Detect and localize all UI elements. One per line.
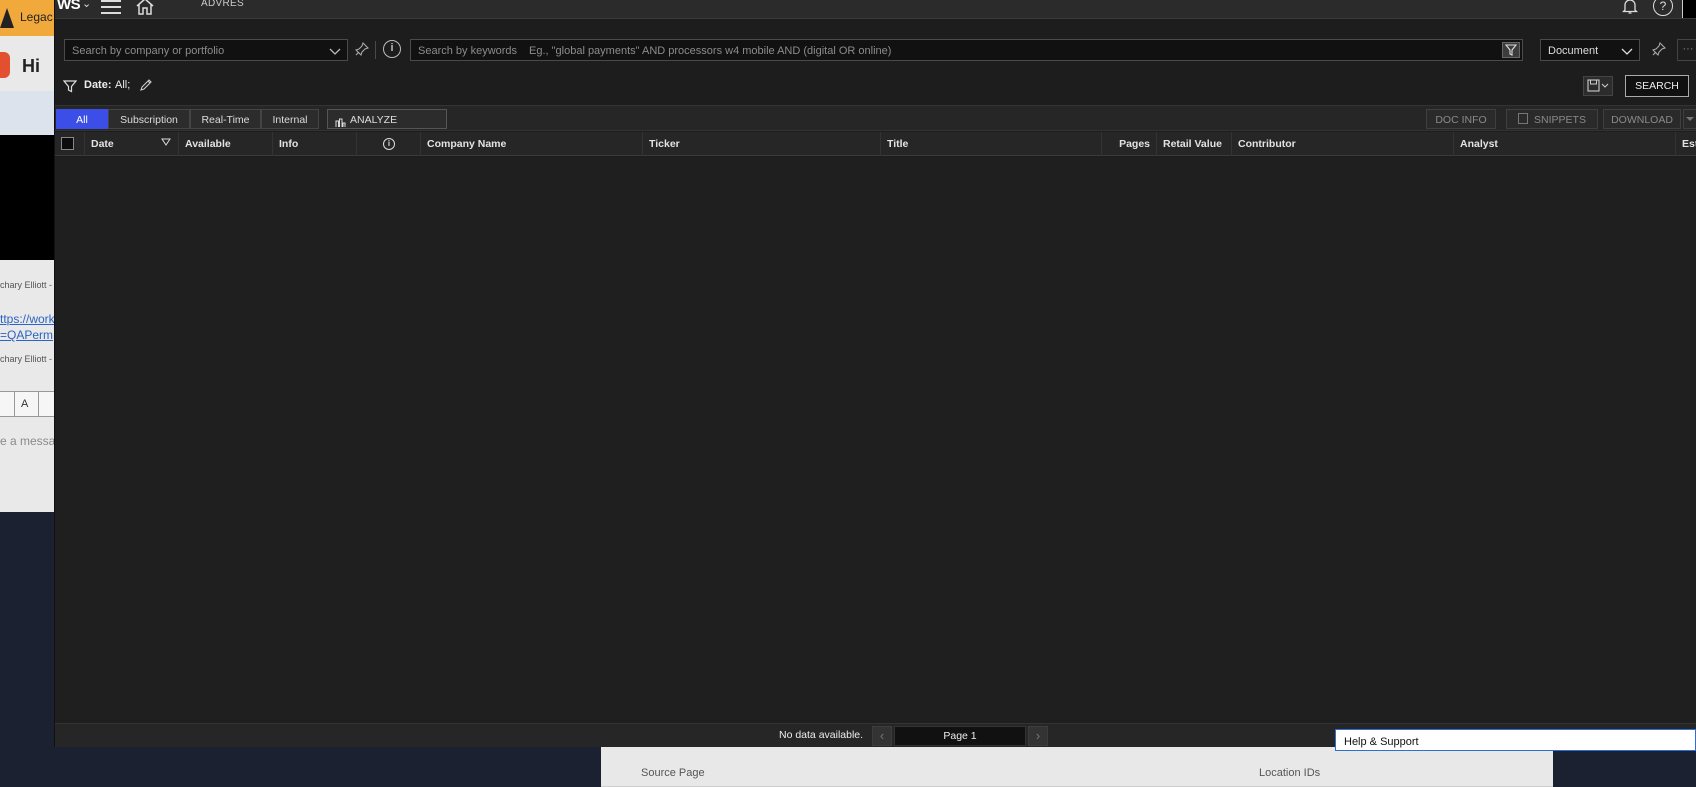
tab-real-time[interactable]: Real-Time	[190, 109, 261, 129]
pin-icon[interactable]	[1651, 41, 1667, 57]
snippets-label: SNIPPETS	[1534, 114, 1586, 126]
background-detail-panel: Source Page Location IDs	[601, 745, 1553, 787]
snippets-button[interactable]: SNIPPETS	[1506, 109, 1598, 129]
tab-all[interactable]: All	[56, 109, 108, 129]
company-search-input[interactable]: Search by company or portfolio	[64, 39, 348, 61]
chevron-down-icon[interactable]: ⌄	[82, 0, 91, 10]
message-meta: chary Elliott -	[0, 354, 53, 364]
source-tabs-bar: All Subscription Real-Time Internal ANAL…	[55, 105, 1696, 146]
background-app-panel: Legac Hi chary Elliott - ttps://work =QA…	[0, 0, 54, 512]
greeting-row: Hi	[0, 48, 54, 86]
column-est[interactable]: Est	[1676, 132, 1696, 156]
search-button[interactable]: SEARCH	[1625, 75, 1689, 97]
source-page-label: Source Page	[641, 767, 705, 779]
column-company-name[interactable]: Company Name	[421, 132, 643, 156]
column-contributor[interactable]: Contributor	[1232, 132, 1454, 156]
select-all-cell	[55, 132, 85, 156]
results-table-body	[55, 157, 1696, 723]
pin-icon[interactable]	[354, 41, 370, 57]
avatar	[0, 52, 10, 78]
select-all-checkbox[interactable]	[61, 137, 74, 150]
help-icon[interactable]: ?	[1653, 0, 1673, 16]
column-available[interactable]: Available	[179, 132, 273, 156]
no-data-message: No data available.	[779, 729, 864, 741]
message-link-continued[interactable]: =QAPerm	[0, 328, 53, 342]
home-icon[interactable]	[135, 0, 155, 20]
sort-icon[interactable]	[161, 132, 171, 156]
column-info-icon[interactable]: i	[357, 132, 421, 156]
column-info[interactable]: Info	[273, 132, 357, 156]
column-date[interactable]: Date	[85, 132, 179, 156]
filter-row: Date: All; SEARCH	[55, 75, 1696, 104]
keyword-search-example: Eg., "global payments" AND processors w4…	[529, 45, 892, 57]
download-button[interactable]: DOWNLOAD	[1603, 109, 1681, 129]
date-filter-label: Date:	[84, 79, 112, 91]
app-logo[interactable]: WS	[57, 0, 81, 13]
filter-icon[interactable]	[1502, 42, 1520, 58]
column-retail-value[interactable]: Retail Value	[1157, 132, 1232, 156]
column-date-label: Date	[91, 138, 114, 150]
results-table-header: Date Available Info i Company Name Ticke…	[55, 132, 1696, 156]
document-type-select[interactable]: Document	[1540, 39, 1640, 61]
previous-page-button[interactable]: ‹	[872, 726, 892, 746]
column-pages[interactable]: Pages	[1102, 132, 1157, 156]
page-indicator: Page 1	[894, 726, 1026, 746]
video-player	[0, 135, 54, 260]
research-search-window: WS ⌄ ADVRES ? Search by company or portf…	[54, 0, 1696, 747]
location-ids-label: Location IDs	[1259, 767, 1321, 779]
keyword-search-input[interactable]: Search by keywords Eg., "global payments…	[410, 39, 1523, 61]
font-button[interactable]: A	[14, 391, 40, 417]
top-bar: WS ⌄ ADVRES ?	[55, 0, 1696, 19]
document-type-value: Document	[1548, 45, 1599, 57]
mention-button[interactable]	[38, 391, 54, 417]
user-menu[interactable]	[1682, 0, 1696, 18]
pencil-icon[interactable]	[139, 78, 153, 97]
search-row: Search by company or portfolio i Search …	[55, 36, 1696, 64]
message-link[interactable]: ttps://work	[0, 312, 54, 326]
next-page-button[interactable]: ›	[1028, 726, 1048, 746]
filter-icon[interactable]	[62, 79, 78, 98]
help-support-button[interactable]: Help & Support	[1335, 729, 1696, 751]
keyword-search-placeholder: Search by keywords	[418, 45, 518, 57]
bell-icon[interactable]	[1621, 0, 1639, 20]
column-analyst[interactable]: Analyst	[1454, 132, 1676, 156]
info-icon[interactable]: i	[383, 40, 401, 58]
analyze-results-button[interactable]: ANALYZE RESULTS	[327, 109, 447, 146]
hamburger-menu-icon[interactable]	[101, 0, 121, 15]
more-options-button[interactable]: ···	[1677, 39, 1696, 61]
download-options-button[interactable]	[1683, 109, 1696, 129]
column-ticker[interactable]: Ticker	[643, 132, 881, 156]
banner-band	[0, 91, 54, 135]
tab-internal[interactable]: Internal	[261, 109, 319, 129]
message-meta: chary Elliott -	[0, 280, 53, 290]
section-title: ADVRES	[201, 0, 244, 9]
info-icon: i	[383, 138, 395, 150]
chevron-down-icon[interactable]	[1621, 44, 1633, 62]
doc-info-button[interactable]: DOC INFO	[1426, 109, 1496, 129]
save-search-button[interactable]	[1583, 76, 1613, 96]
divider	[375, 41, 376, 59]
chevron-down-icon[interactable]	[329, 44, 341, 62]
greeting-text: Hi	[22, 56, 40, 76]
message-input[interactable]: e a messa	[0, 434, 54, 448]
tab-subscription[interactable]: Subscription	[108, 109, 190, 129]
warning-icon	[0, 8, 14, 28]
company-search-placeholder: Search by company or portfolio	[72, 45, 225, 57]
column-title[interactable]: Title	[881, 132, 1102, 156]
document-icon	[1518, 113, 1529, 124]
date-filter-value: All;	[115, 79, 131, 91]
